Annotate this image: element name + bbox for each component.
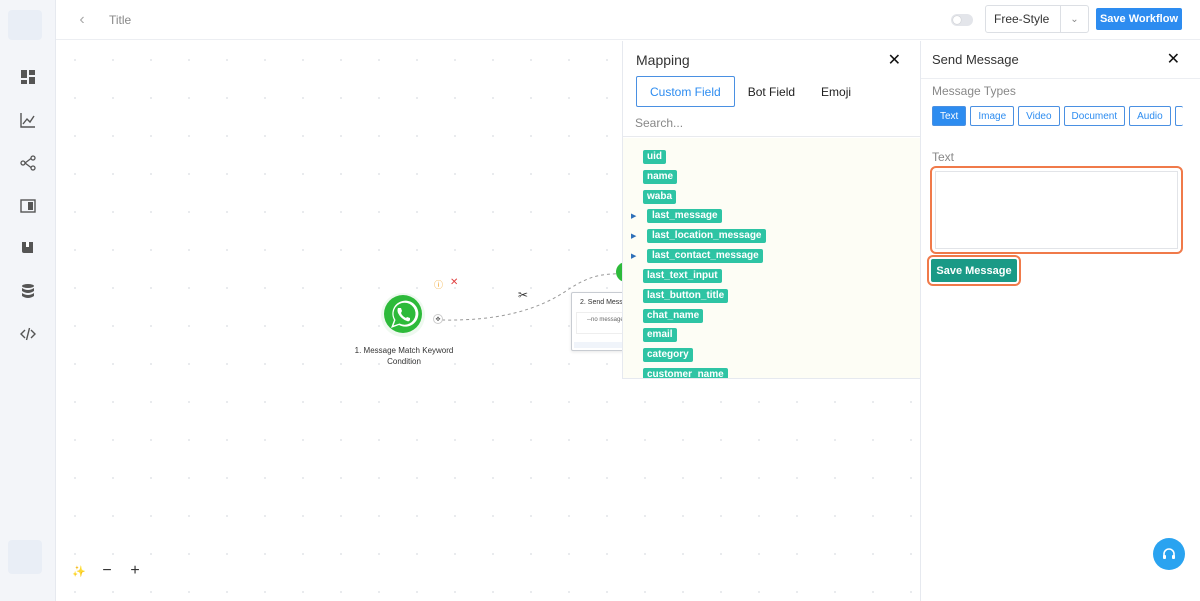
field-tag[interactable]: uid <box>643 150 666 164</box>
layout-icon[interactable] <box>18 196 38 216</box>
scissors-icon[interactable]: ✂ <box>518 288 528 302</box>
support-headset-icon[interactable] <box>1153 538 1185 570</box>
save-workflow-button[interactable]: Save Workflow <box>1096 8 1182 30</box>
close-icon[interactable]: ✕ <box>1167 49 1180 69</box>
field-tag[interactable]: last_contact_message <box>647 249 763 263</box>
warning-icon[interactable]: ⓘ <box>434 278 443 291</box>
book-icon[interactable] <box>18 238 38 258</box>
field-tag[interactable]: last_message <box>647 209 722 223</box>
database-icon[interactable] <box>18 281 38 301</box>
toggle-switch[interactable] <box>951 14 973 26</box>
zoom-out-button[interactable]: − <box>96 560 118 582</box>
connector-port[interactable]: ✥ <box>433 314 443 324</box>
mapping-panel: Mapping ✕ Custom Field Bot Field Emoji u… <box>622 41 922 379</box>
text-input-highlight <box>930 166 1183 254</box>
logo <box>8 10 42 40</box>
field-tag[interactable]: waba <box>643 190 677 204</box>
wand-icon[interactable]: ✨ <box>68 560 90 582</box>
message-text-input[interactable] <box>935 171 1178 249</box>
save-message-button[interactable]: Save Message <box>931 259 1017 282</box>
search-input[interactable] <box>623 109 921 137</box>
type-video-button[interactable]: Video <box>1018 106 1060 126</box>
page-title[interactable]: Title <box>109 13 131 27</box>
field-list: uid name waba ▶ last_message ▶ last_loca… <box>623 138 921 378</box>
node-label: 1. Message Match Keyword Condition <box>354 346 454 366</box>
field-tag[interactable]: chat_name <box>643 309 704 323</box>
type-document-button[interactable]: Document <box>1063 106 1126 126</box>
panel-title: Send Message <box>932 52 1019 67</box>
back-arrow-icon[interactable]: ‹ <box>72 10 92 30</box>
field-tag[interactable]: customer_name <box>643 368 728 378</box>
save-message-highlight: Save Message <box>927 255 1021 286</box>
divider <box>921 78 1200 79</box>
field-tag[interactable]: category <box>643 348 693 362</box>
mapping-tabs: Custom Field Bot Field Emoji <box>636 76 864 107</box>
expand-arrow-icon[interactable]: ▶ <box>631 212 636 220</box>
text-label: Text <box>932 150 955 164</box>
workflow-icon[interactable] <box>18 153 38 173</box>
expand-arrow-icon[interactable]: ▶ <box>631 232 636 240</box>
type-image-button[interactable]: Image <box>970 106 1015 126</box>
mapping-title: Mapping <box>636 52 690 68</box>
sidebar <box>0 0 56 601</box>
dashboard-icon[interactable] <box>18 67 38 87</box>
chevron-down-icon[interactable]: ⌄ <box>1060 6 1088 32</box>
tab-emoji[interactable]: Emoji <box>808 76 864 107</box>
tab-custom-field[interactable]: Custom Field <box>636 76 735 107</box>
type-text-button[interactable]: Text <box>932 106 967 126</box>
message-types-label: Message Types <box>932 84 1016 98</box>
code-icon[interactable] <box>18 324 38 344</box>
analytics-icon[interactable] <box>18 110 38 130</box>
type-more-button[interactable] <box>1174 106 1183 126</box>
type-audio-button[interactable]: Audio <box>1129 106 1171 126</box>
field-tag[interactable]: last_text_input <box>643 269 722 283</box>
style-select[interactable]: Free-Style ⌄ <box>985 5 1089 33</box>
expand-arrow-icon[interactable]: ▶ <box>631 252 636 260</box>
tab-bot-field[interactable]: Bot Field <box>735 76 808 107</box>
message-type-buttons: Text Image Video Document Audio <box>932 106 1183 126</box>
top-bar: ‹ Title Free-Style ⌄ Save Workflow <box>56 0 1200 40</box>
field-tag[interactable]: last_location_message <box>647 229 766 243</box>
avatar[interactable] <box>8 540 42 574</box>
field-tag[interactable]: name <box>643 170 678 184</box>
send-message-panel: Send Message ✕ Message Types Text Image … <box>920 41 1200 601</box>
zoom-controls: ✨ − + <box>68 560 146 582</box>
field-tag[interactable]: last_button_title <box>643 289 729 303</box>
close-icon[interactable]: ✕ <box>450 277 458 288</box>
whatsapp-icon[interactable] <box>380 292 426 338</box>
close-icon[interactable]: ✕ <box>888 50 901 70</box>
style-select-value: Free-Style <box>994 12 1050 26</box>
field-tag[interactable]: email <box>643 328 677 342</box>
zoom-in-button[interactable]: + <box>124 560 146 582</box>
